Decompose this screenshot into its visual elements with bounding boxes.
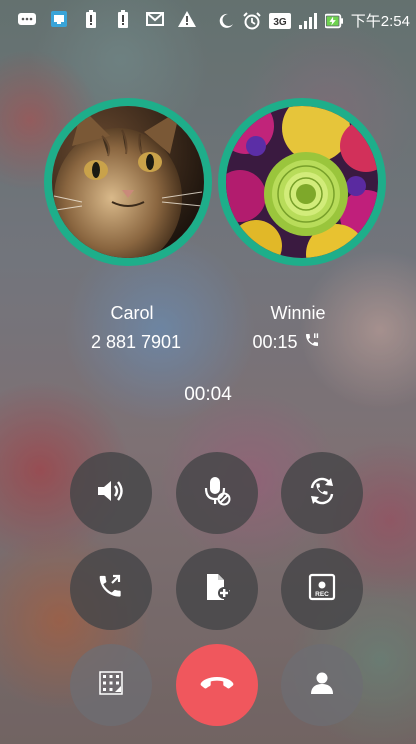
status-right-icons: 3G 下午2:54 <box>217 10 410 31</box>
caller-avatar-carol <box>44 98 212 266</box>
signal-icon <box>298 12 317 30</box>
chat-icon <box>18 10 36 28</box>
svg-text:3G: 3G <box>273 17 287 28</box>
network-3g-icon: 3G <box>268 12 291 30</box>
speaker-button[interactable] <box>70 452 152 534</box>
speaker-icon <box>96 479 126 508</box>
record-button[interactable]: REC <box>281 548 363 630</box>
mail-icon <box>146 10 164 28</box>
status-bar: 3G 下午2:54 <box>0 0 416 40</box>
caller-name-winnie: Winnie <box>270 303 326 323</box>
swap-button[interactable] <box>281 452 363 534</box>
on-hold-call-icon <box>304 332 320 353</box>
alarm-icon <box>243 11 261 30</box>
add-note-icon <box>204 573 230 606</box>
caller-status-winnie: 00:15 <box>206 332 366 353</box>
contact-icon <box>310 671 334 700</box>
record-icon: REC <box>308 573 336 606</box>
svg-text:REC: REC <box>315 591 329 598</box>
swap-call-icon <box>307 476 337 511</box>
battery-alert-icon <box>114 10 132 28</box>
battery-charging-icon <box>324 12 343 30</box>
status-time: 下午2:54 <box>350 13 410 30</box>
note-button[interactable] <box>176 548 258 630</box>
call-duration: 00:04 <box>184 384 232 405</box>
mute-button[interactable] <box>176 452 258 534</box>
caller-avatar-winnie <box>218 98 386 266</box>
caller-number-carol: 2 881 7901 <box>90 332 182 352</box>
cat-photo <box>52 106 204 258</box>
app-icon <box>50 10 68 28</box>
merge-button[interactable] <box>70 548 152 630</box>
keypad-icon <box>99 670 123 700</box>
caller-elapsed-winnie: 00:15 <box>252 332 298 352</box>
moon-icon <box>217 12 235 30</box>
end-call-button[interactable] <box>176 644 258 726</box>
end-call-icon <box>200 675 234 696</box>
battery-alert-icon <box>82 10 100 28</box>
status-left-icons <box>18 10 196 28</box>
contacts-button[interactable] <box>281 644 363 726</box>
keypad-button[interactable] <box>70 644 152 726</box>
merge-call-icon <box>97 573 125 606</box>
flower-photo <box>226 106 378 258</box>
warning-icon <box>178 10 196 28</box>
caller-name-carol: Carol <box>110 303 154 323</box>
mic-mute-icon <box>203 476 231 511</box>
background-dim <box>0 0 416 744</box>
